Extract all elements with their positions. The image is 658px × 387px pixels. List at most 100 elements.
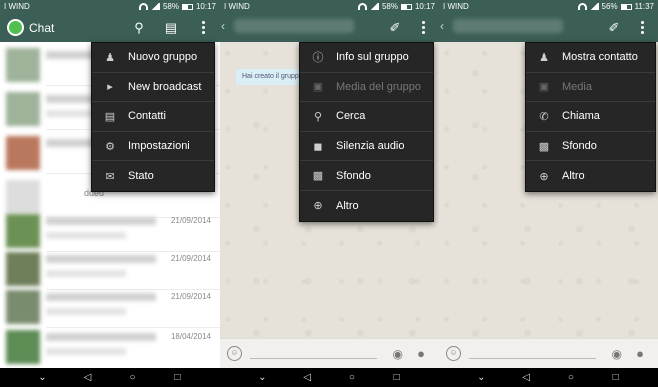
status-icon: ✉ (105, 170, 115, 183)
camera-icon[interactable]: ◉ (393, 347, 403, 361)
chat-name (46, 333, 156, 341)
menu-item-label: Stato (128, 170, 154, 183)
menu-item-group-info[interactable]: ⓘ Info sul gruppo (300, 43, 433, 73)
menu-item-label: Contatti (128, 110, 166, 123)
chat-list-screen: I WIND 58% 10:17 Chat ⚲ ▤ 21/09/2014 21/… (0, 0, 220, 368)
chat-date: 18/04/2014 (170, 332, 211, 341)
chat-row[interactable]: 21/09/2014 (0, 284, 220, 328)
image-icon: ▣ (312, 81, 324, 94)
overflow-menu: ⓘ Info sul gruppo ▣ Media del gruppo ⚲ Cerc… (299, 42, 434, 222)
menu-item-label: Altro (562, 170, 585, 183)
menu-item-label: Mostra contatto (562, 51, 638, 64)
emoji-icon[interactable]: ☺ (227, 346, 242, 361)
menu-item-label: Nuovo gruppo (128, 51, 198, 64)
wallpaper-icon: ▩ (538, 140, 550, 153)
menu-item-label: Media del gruppo (336, 80, 422, 93)
nav-chevron-icon[interactable]: ⌄ (35, 372, 51, 383)
system-nav-bar: ⌄ ◁ ○ □ ⌄ ◁ ○ □ ⌄ ◁ ○ □ (0, 368, 658, 387)
recents-nav-icon[interactable]: □ (608, 372, 624, 383)
menu-item-wallpaper[interactable]: ▩ Sfondo (526, 132, 655, 162)
back-nav-icon[interactable]: ◁ (80, 372, 96, 383)
avatar (6, 252, 40, 286)
battery-percent: 56% (601, 2, 618, 11)
message-input-bar: ☺ ◉ ● (220, 338, 439, 368)
menu-item-media: ▣ Media (526, 73, 655, 103)
menu-item-mute[interactable]: ◼ Silenzia audio (300, 132, 433, 162)
chat-date: 21/09/2014 (170, 292, 211, 301)
signal-icon (150, 3, 160, 10)
overflow-menu: ♟ Mostra contatto ▣ Media ✆ Chiama ▩ Sfondo … (525, 42, 656, 192)
menu-item-label: Media (562, 80, 592, 93)
more-icon: ⊕ (313, 200, 323, 213)
contacts-icon: ▤ (104, 110, 116, 123)
home-nav-icon[interactable]: ○ (563, 372, 579, 383)
recents-nav-icon[interactable]: □ (170, 372, 186, 383)
message-input[interactable] (469, 358, 596, 359)
menu-item-wallpaper[interactable]: ▩ Sfondo (300, 161, 433, 191)
menu-item-contacts[interactable]: ▤ Contatti (92, 102, 214, 132)
wifi-icon (357, 3, 367, 10)
message-input[interactable] (250, 358, 377, 359)
battery-icon (400, 3, 412, 10)
phone-icon: ✆ (539, 110, 549, 123)
group-chat-screen: I WIND 58% 10:17 ‹ ✐ Hai creato il grupp… (220, 0, 439, 368)
menu-item-label: Sfondo (336, 169, 371, 182)
chat-preview (46, 308, 126, 315)
nav-chevron-icon[interactable]: ⌄ (473, 372, 489, 383)
chat-date: 21/09/2014 (170, 216, 211, 225)
search-icon[interactable]: ⚲ (131, 20, 147, 35)
back-icon[interactable]: ‹ (440, 19, 444, 33)
menu-item-new-broadcast[interactable]: ▸ New broadcast (92, 73, 214, 103)
app-title: Chat (29, 21, 55, 35)
chat-app-bar: ‹ ✐ (439, 13, 658, 42)
chat-preview (46, 270, 126, 277)
new-chat-icon[interactable]: ▤ (163, 20, 179, 35)
recents-nav-icon[interactable]: □ (389, 372, 405, 383)
menu-item-more[interactable]: ⊕ Altro (300, 191, 433, 221)
back-nav-icon[interactable]: ◁ (299, 372, 315, 383)
signal-icon (369, 3, 379, 10)
attach-icon[interactable]: ✐ (606, 20, 622, 35)
settings-icon: ⚙ (105, 140, 115, 153)
mic-icon[interactable]: ● (636, 346, 644, 361)
attach-icon[interactable]: ✐ (387, 20, 403, 35)
menu-item-label: Info sul gruppo (336, 51, 409, 64)
chat-name (46, 293, 156, 301)
menu-item-label: Sfondo (562, 140, 597, 153)
more-icon: ⊕ (539, 170, 549, 183)
overflow-menu-icon[interactable] (641, 21, 645, 34)
menu-item-settings[interactable]: ⚙ Impostazioni (92, 132, 214, 162)
overflow-menu-icon[interactable] (422, 21, 426, 34)
emoji-icon[interactable]: ☺ (446, 346, 461, 361)
chat-row[interactable]: 18/04/2014 (0, 324, 220, 368)
nav-chevron-icon[interactable]: ⌄ (254, 372, 270, 383)
menu-item-label: Cerca (336, 110, 366, 123)
home-nav-icon[interactable]: ○ (125, 372, 141, 383)
back-icon[interactable]: ‹ (221, 19, 225, 33)
battery-percent: 58% (162, 2, 179, 11)
menu-item-show-contact[interactable]: ♟ Mostra contatto (526, 43, 655, 73)
mic-icon[interactable]: ● (417, 346, 425, 361)
menu-item-label: Chiama (562, 110, 600, 123)
wallpaper-icon: ▩ (312, 170, 324, 183)
menu-item-new-group[interactable]: ♟ Nuovo gruppo (92, 43, 214, 73)
chat-date: 21/09/2014 (170, 254, 211, 263)
menu-item-call[interactable]: ✆ Chiama (526, 102, 655, 132)
back-nav-icon[interactable]: ◁ (518, 372, 534, 383)
menu-item-more[interactable]: ⊕ Altro (526, 161, 655, 191)
menu-item-search[interactable]: ⚲ Cerca (300, 102, 433, 132)
carrier-label: I WIND (443, 2, 469, 11)
contact-chat-screen: I WIND 56% 11:37 ‹ ✐ ☺ ◉ ● ♟ Mostra conta… (439, 0, 658, 368)
system-message: Hai creato il grupp (236, 69, 305, 85)
camera-icon[interactable]: ◉ (612, 347, 622, 361)
chat-title-blurred[interactable] (453, 19, 563, 33)
carrier-label: I WIND (224, 2, 250, 11)
avatar (6, 92, 40, 126)
chat-title-blurred[interactable] (234, 19, 354, 33)
menu-item-status[interactable]: ✉ Stato (92, 161, 214, 191)
home-nav-icon[interactable]: ○ (344, 372, 360, 383)
overflow-menu: ♟ Nuovo gruppo ▸ New broadcast ▤ Contatti ⚙… (91, 42, 215, 192)
avatar (6, 290, 40, 324)
overflow-menu-icon[interactable] (202, 21, 206, 34)
mute-icon: ◼ (313, 140, 323, 153)
